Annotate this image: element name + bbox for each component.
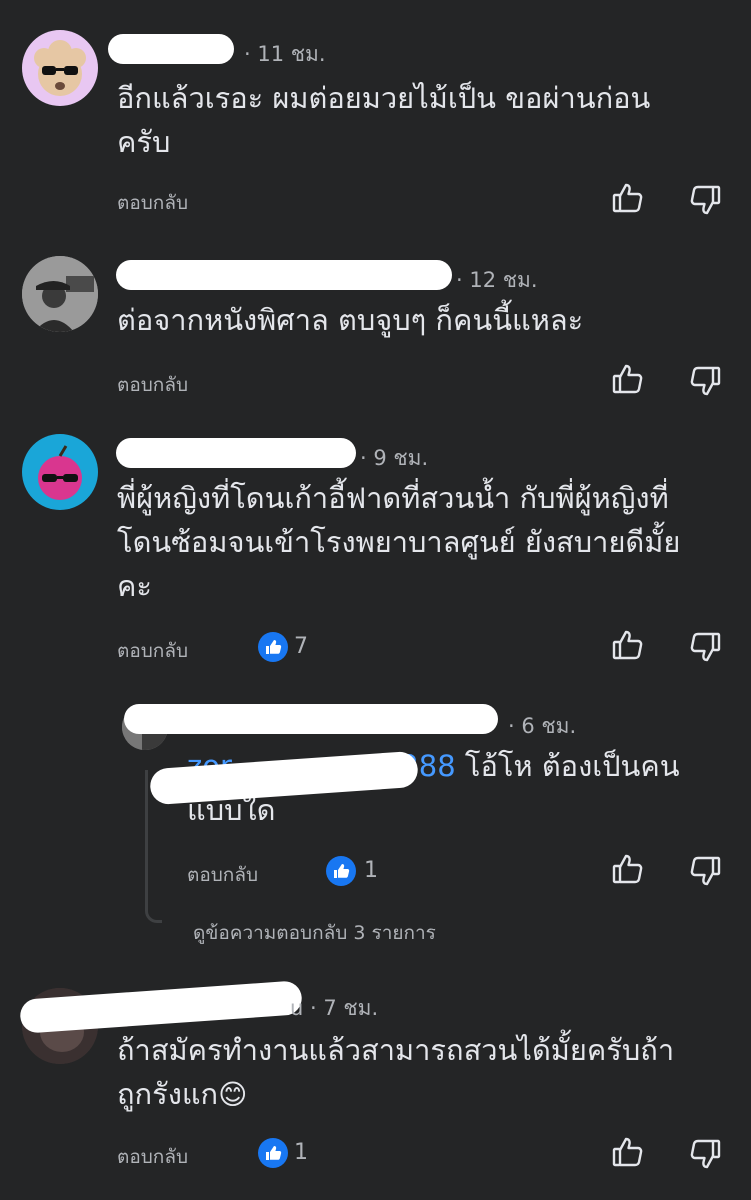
thumbs-up-icon[interactable] <box>611 852 645 890</box>
like-count: 7 <box>294 634 308 659</box>
thumbs-up-icon[interactable] <box>611 1135 645 1173</box>
reply-button[interactable]: ตอบกลับ <box>117 1142 188 1172</box>
avatar[interactable] <box>22 30 98 106</box>
comment-time: u · 7 ชม. <box>290 996 379 1020</box>
reply-button[interactable]: ตอบกลับ <box>117 370 188 400</box>
comment-text: อีกแล้วเรอะ ผมต่อยมวยไม้เป็น ขอผ่านก่อน … <box>117 81 651 159</box>
thumbs-down-icon[interactable] <box>688 854 722 892</box>
smile-emoji: 😊 <box>218 1078 248 1111</box>
reply-button[interactable]: ตอบกลับ <box>117 188 188 218</box>
thumbs-up-icon[interactable] <box>611 362 645 400</box>
thumbs-up-icon[interactable] <box>611 181 645 219</box>
comment-time: · 12 ชม. <box>456 268 538 292</box>
comment-time: · 6 ชม. <box>508 714 577 738</box>
like-count: 1 <box>364 858 378 883</box>
reply-button[interactable]: ตอบกลับ <box>117 636 188 666</box>
thumbs-down-icon[interactable] <box>688 364 722 402</box>
redacted-author-name <box>116 260 452 290</box>
comment-text: พี่ผู้หญิงที่โดนเก้าอี้ฟาดที่สวนน้ำ กับพ… <box>117 481 681 603</box>
redacted-author-name <box>108 34 234 64</box>
like-badge-icon <box>258 632 288 662</box>
redacted-author-name <box>116 438 356 468</box>
redacted-author-name <box>124 704 498 734</box>
thumbs-down-icon[interactable] <box>688 630 722 668</box>
comment-text: ต่อจากหนังพิศาล ตบจูบๆ ก็คนนี้แหละ <box>117 303 584 337</box>
view-replies-link[interactable]: ดูข้อความตอบกลับ 3 รายการ <box>193 918 436 948</box>
comment-time: · 9 ชม. <box>360 446 429 470</box>
comment-time: · 11 ชม. <box>244 42 326 66</box>
like-badge-icon <box>258 1138 288 1168</box>
like-count: 1 <box>294 1140 308 1165</box>
avatar[interactable] <box>22 256 98 332</box>
thumbs-up-icon[interactable] <box>611 628 645 666</box>
like-badge-icon <box>326 856 356 886</box>
thumbs-down-icon[interactable] <box>688 1137 722 1175</box>
thumbs-down-icon[interactable] <box>688 183 722 221</box>
comment-text: ถ้าสมัครทำงานแล้วสามารถสวนได้มั้ยครับถ้า… <box>117 1033 675 1111</box>
reply-button[interactable]: ตอบกลับ <box>187 860 258 890</box>
avatar[interactable] <box>22 434 98 510</box>
